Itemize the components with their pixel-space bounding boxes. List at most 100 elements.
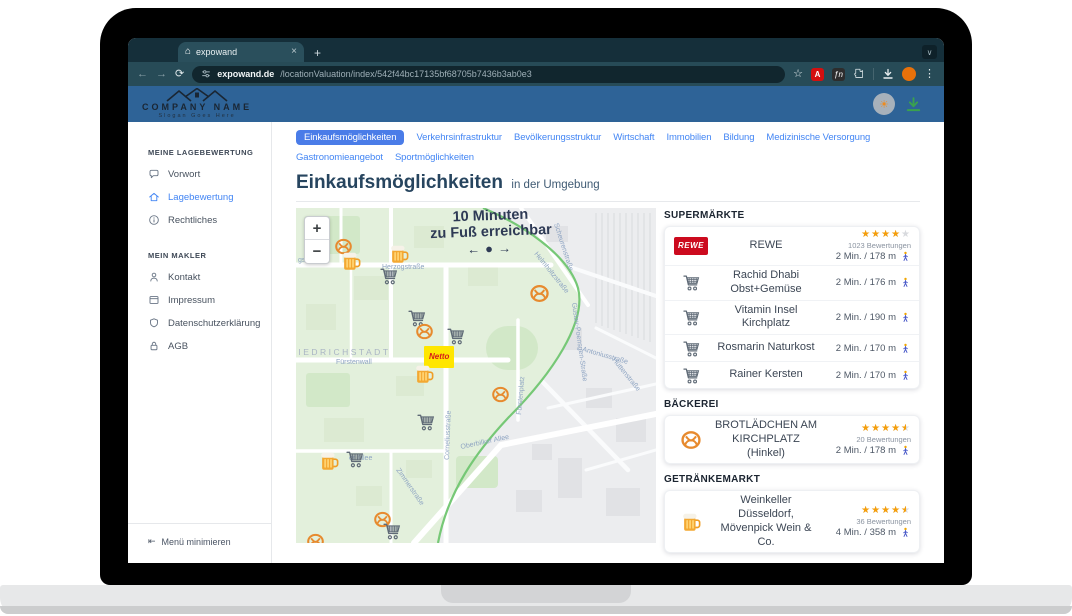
beer-marker-icon[interactable] (340, 250, 362, 277)
extensions-puzzle-icon[interactable] (853, 68, 865, 80)
cart-marker-icon[interactable] (379, 266, 399, 291)
sidebar-item-impressum[interactable]: Impressum (148, 294, 271, 306)
reload-button[interactable]: ⟳ (175, 69, 184, 80)
walking-icon (900, 527, 911, 538)
tab-gastronomieangebot[interactable]: Gastronomieangebot (296, 150, 383, 165)
cart-marker-icon[interactable] (382, 521, 402, 543)
cart-marker-icon[interactable] (416, 412, 436, 437)
sidebar-item-datenschutz[interactable]: Datenschutzerklärung (148, 317, 271, 329)
cart-icon (682, 308, 701, 327)
place-name: Rosmarin Naturkost (709, 341, 823, 355)
profile-avatar[interactable] (902, 67, 916, 81)
window-chevron-button[interactable]: ∨ (922, 45, 937, 59)
user-avatar[interactable]: ☀ (873, 93, 895, 115)
tab-verkehrsinfrastruktur[interactable]: Verkehrsinfrastruktur (416, 130, 502, 145)
walking-icon (900, 312, 911, 323)
rooflines-icon (165, 88, 229, 102)
zoom-out-button[interactable]: − (305, 240, 329, 263)
beer-marker-icon[interactable] (318, 450, 340, 477)
place-row-rewe[interactable]: REWE REWE ★★★★★★★★★★ 1023 Bewertungen 2 … (665, 227, 919, 265)
sidebar-item-agb[interactable]: AGB (148, 340, 271, 352)
sidebar-item-lagebewertung[interactable]: Lagebewertung (148, 191, 271, 203)
walking-icon (900, 343, 911, 354)
tab-title: expowand (196, 47, 286, 57)
tab-medizinische-versorgung[interactable]: Medizinische Versorgung (766, 130, 870, 145)
sidebar-item-label: Datenschutzerklärung (168, 318, 260, 329)
toolbar-divider (873, 68, 874, 80)
pretzel-marker-icon[interactable] (415, 322, 434, 346)
pretzel-marker-icon[interactable] (491, 385, 510, 409)
tab-wirtschaft[interactable]: Wirtschaft (613, 130, 654, 145)
walking-icon (900, 277, 911, 288)
fn-extension-icon[interactable]: ƒn (832, 68, 845, 81)
walk-radius-annotation: 10 Minuten zu Fuß erreichbar ←●→ (411, 208, 571, 259)
tab-favicon-home-icon: ⌂ (185, 47, 191, 57)
laptop-mockup: ⌂ expowand × + ∨ ← → ⟳ expowa (0, 0, 1072, 616)
walking-icon (900, 370, 911, 381)
sidebar-section-title: MEINE LAGEBEWERTUNG (148, 148, 271, 157)
sidebar-item-label: Lagebewertung (168, 192, 234, 203)
browser-toolbar: ← → ⟳ expowand.de /locationValuation/ind… (128, 62, 944, 86)
tab-sportmoeglichkeiten[interactable]: Sportmöglichkeiten (395, 150, 474, 165)
sidebar-item-rechtliches[interactable]: Rechtliches (148, 214, 271, 226)
sidebar-item-vorwort[interactable]: Vorwort (148, 168, 271, 180)
distance-text: 2 Min. / 178 m (836, 251, 896, 262)
laptop-notch (441, 585, 631, 603)
sidebar-item-label: Vorwort (168, 169, 200, 180)
place-row[interactable]: Rainer Kersten 2 Min. / 170 m (665, 361, 919, 388)
tab-bevoelkerungsstruktur[interactable]: Bevölkerungsstruktur (514, 130, 601, 145)
sidebar-item-kontakt[interactable]: Kontakt (148, 271, 271, 283)
laptop-base (0, 585, 1072, 614)
page-header: Einkaufsmöglichkeiten in der Umgebung (296, 172, 920, 202)
distance-text: 2 Min. / 178 m (836, 445, 896, 456)
page-title: Einkaufsmöglichkeiten (296, 172, 503, 193)
place-name: Rainer Kersten (709, 368, 823, 382)
bookmark-star-icon[interactable]: ☆ (793, 69, 803, 80)
place-row[interactable]: Rosmarin Naturkost 2 Min. / 170 m (665, 334, 919, 361)
menu-kebab-icon[interactable]: ⋮ (924, 69, 935, 80)
main-content: Einkaufsmöglichkeiten Verkehrsinfrastruk… (272, 122, 944, 563)
browser-tab[interactable]: ⌂ expowand × (178, 42, 304, 62)
beer-icon (680, 511, 702, 533)
tab-immobilien[interactable]: Immobilien (666, 130, 711, 145)
distance-text: 2 Min. / 190 m (836, 312, 896, 323)
rating-stars: ★★★★★★★★★★ (861, 424, 911, 434)
review-count: 20 Bewertungen (856, 435, 911, 444)
drinks-card: Weinkeller Düsseldorf,Mövenpick Wein & C… (664, 490, 920, 553)
url-bar[interactable]: expowand.de /locationValuation/index/542… (192, 66, 785, 83)
url-domain: expowand.de (217, 69, 274, 79)
company-logo[interactable]: COMPANY NAME Slogan Goes Here (142, 88, 252, 120)
tab-close-icon[interactable]: × (291, 47, 297, 57)
rewe-logo: REWE (674, 237, 708, 255)
user-icon (148, 271, 160, 283)
beer-marker-icon[interactable] (413, 363, 435, 390)
place-name: Vitamin Insel Kirchplatz (709, 304, 823, 332)
map[interactable]: gstraße Herzogstraße Fürstenwall Oberbil… (296, 208, 656, 543)
pretzel-marker-icon[interactable] (529, 283, 550, 309)
site-settings-icon[interactable] (201, 69, 211, 79)
place-row[interactable]: BROTLÄDCHEN AM KIRCHPLATZ(Hinkel) ★★★★★★… (665, 416, 919, 463)
place-name: Rachid Dhabi Obst+Gemüse (709, 269, 823, 297)
company-slogan: Slogan Goes Here (158, 114, 235, 120)
zoom-in-button[interactable]: + (305, 217, 329, 240)
place-row[interactable]: Vitamin Insel Kirchplatz 2 Min. / 190 m (665, 300, 919, 335)
downloads-icon[interactable] (882, 68, 894, 80)
place-name: Weinkeller Düsseldorf,Mövenpick Wein & C… (709, 494, 823, 549)
url-path: /locationValuation/index/542f44bc17135bf… (280, 69, 532, 79)
place-name: REWE (709, 239, 823, 253)
download-report-icon[interactable] (905, 96, 922, 113)
place-row[interactable]: Weinkeller Düsseldorf,Mövenpick Wein & C… (665, 491, 919, 552)
pretzel-marker-icon[interactable] (306, 532, 325, 543)
tab-bildung[interactable]: Bildung (723, 130, 754, 145)
forward-button[interactable]: → (156, 69, 167, 80)
back-button[interactable]: ← (137, 69, 148, 80)
map-zoom-control: + − (304, 216, 330, 264)
cart-marker-icon[interactable] (345, 449, 365, 474)
place-row[interactable]: Rachid Dhabi Obst+Gemüse 2 Min. / 176 m (665, 265, 919, 300)
section-title-getraenkemarkt: GETRÄNKEMARKT (664, 474, 920, 485)
laptop-screen: ⌂ expowand × + ∨ ← → ⟳ expowa (100, 8, 972, 585)
minimize-menu-button[interactable]: ⇤ Menü minimieren (128, 523, 271, 551)
new-tab-button[interactable]: + (314, 47, 321, 59)
tab-einkaufsmoeglichkeiten[interactable]: Einkaufsmöglichkeiten (296, 130, 404, 145)
pdf-extension-icon[interactable]: A (811, 68, 824, 81)
